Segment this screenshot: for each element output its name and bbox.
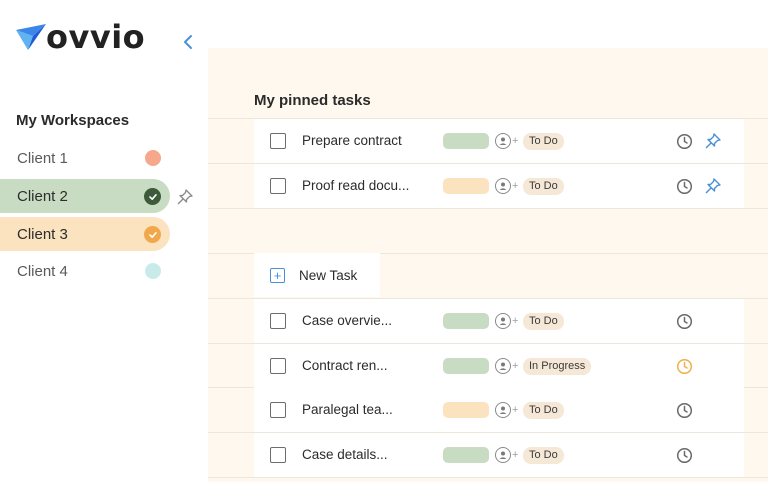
divider xyxy=(208,477,768,478)
pin-icon[interactable] xyxy=(704,132,722,150)
status-badge[interactable]: To Do xyxy=(523,401,564,419)
check-circle-icon xyxy=(144,226,161,243)
tag-pill[interactable] xyxy=(443,313,489,329)
task-checkbox[interactable] xyxy=(270,133,286,149)
assignee-icon[interactable] xyxy=(495,402,511,418)
add-assignee-icon[interactable]: + xyxy=(512,313,518,329)
tag-pill[interactable] xyxy=(443,178,489,194)
new-task-button[interactable]: + New Task xyxy=(254,253,380,297)
assignee-icon[interactable] xyxy=(495,358,511,374)
client-label: Client 4 xyxy=(17,262,68,280)
assignee-icon[interactable] xyxy=(495,178,511,194)
task-title[interactable]: Proof read docu... xyxy=(302,178,409,193)
client-label: Client 1 xyxy=(17,149,68,167)
assignee-icon[interactable] xyxy=(495,133,511,149)
logo: ovvio xyxy=(16,18,146,56)
client-label: Client 2 xyxy=(17,187,68,205)
task-title[interactable]: Case overvie... xyxy=(302,313,392,328)
task-checkbox[interactable] xyxy=(270,447,286,463)
task-checkbox[interactable] xyxy=(270,402,286,418)
status-dot xyxy=(145,263,161,279)
workspaces-heading: My Workspaces xyxy=(16,112,130,129)
brand-name: ovvio xyxy=(46,18,146,56)
add-assignee-icon[interactable]: + xyxy=(512,133,518,149)
check-circle-icon xyxy=(144,188,161,205)
sidebar-item-client-3[interactable]: Client 3 xyxy=(0,217,170,251)
sidebar: ovvio My Workspaces Client 1 Client 2 Cl… xyxy=(0,0,208,482)
tag-pill[interactable] xyxy=(443,133,489,149)
new-task-label: New Task xyxy=(299,268,358,283)
task-row[interactable]: Case details... + To Do xyxy=(254,433,744,477)
pin-icon[interactable] xyxy=(704,177,722,195)
sidebar-item-client-1[interactable]: Client 1 xyxy=(0,141,170,175)
status-badge[interactable]: To Do xyxy=(523,446,564,464)
task-row[interactable]: Case overvie... + To Do xyxy=(254,299,744,343)
task-row[interactable]: Paralegal tea... + To Do xyxy=(254,388,744,432)
plus-icon: + xyxy=(270,268,285,283)
tag-pill[interactable] xyxy=(443,358,489,374)
pinned-task-row[interactable]: Proof read docu... + To Do xyxy=(254,164,744,208)
add-assignee-icon[interactable]: + xyxy=(512,447,518,463)
status-badge[interactable]: To Do xyxy=(523,177,564,195)
add-assignee-icon[interactable]: + xyxy=(512,402,518,418)
ovvio-logo-icon xyxy=(16,24,46,50)
task-checkbox[interactable] xyxy=(270,313,286,329)
assignee-icon[interactable] xyxy=(495,447,511,463)
task-checkbox[interactable] xyxy=(270,178,286,194)
pinned-tasks-title: My pinned tasks xyxy=(254,92,371,109)
task-title[interactable]: Contract ren... xyxy=(302,358,388,373)
task-title[interactable]: Paralegal tea... xyxy=(302,402,393,417)
pin-icon[interactable] xyxy=(176,188,194,206)
add-assignee-icon[interactable]: + xyxy=(512,178,518,194)
task-checkbox[interactable] xyxy=(270,358,286,374)
status-badge[interactable]: To Do xyxy=(523,132,564,150)
collapse-sidebar-button[interactable] xyxy=(178,32,198,52)
clock-icon[interactable] xyxy=(676,178,693,195)
tag-pill[interactable] xyxy=(443,447,489,463)
client-label: Client 3 xyxy=(17,225,68,243)
clock-icon[interactable] xyxy=(676,402,693,419)
tag-pill[interactable] xyxy=(443,402,489,418)
clock-icon[interactable] xyxy=(676,133,693,150)
sidebar-item-client-2[interactable]: Client 2 xyxy=(0,179,170,213)
task-row[interactable]: Contract ren... + In Progress xyxy=(254,344,744,388)
divider xyxy=(208,208,768,209)
clock-icon[interactable] xyxy=(676,358,693,375)
status-badge[interactable]: In Progress xyxy=(523,357,592,375)
clock-icon[interactable] xyxy=(676,313,693,330)
task-title[interactable]: Prepare contract xyxy=(302,133,402,148)
status-dot xyxy=(145,150,161,166)
assignee-icon[interactable] xyxy=(495,313,511,329)
status-badge[interactable]: To Do xyxy=(523,312,564,330)
pinned-task-row[interactable]: Prepare contract + To Do xyxy=(254,119,744,163)
main-header-area xyxy=(208,0,768,48)
sidebar-item-client-4[interactable]: Client 4 xyxy=(0,254,170,288)
clock-icon[interactable] xyxy=(676,447,693,464)
add-assignee-icon[interactable]: + xyxy=(512,358,518,374)
task-title[interactable]: Case details... xyxy=(302,447,388,462)
chevron-left-icon xyxy=(184,35,192,49)
